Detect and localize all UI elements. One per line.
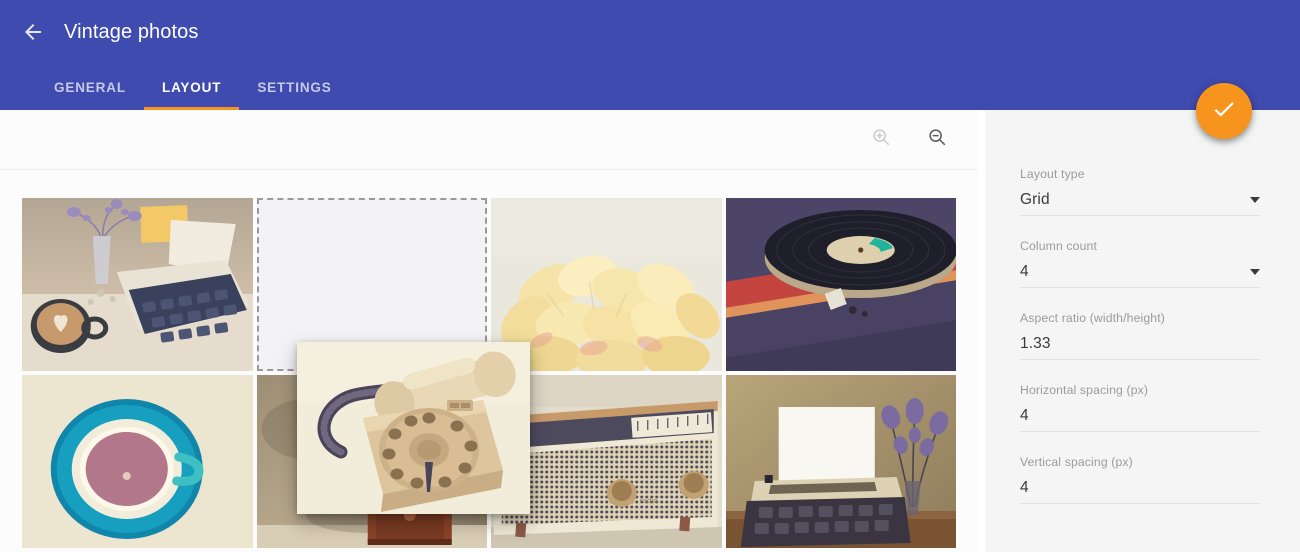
header-title-bar: Vintage photos <box>0 0 1300 64</box>
confirm-fab-button[interactable] <box>1196 83 1252 139</box>
check-icon <box>1211 96 1237 127</box>
field-aspect-ratio-value[interactable]: 1.33 <box>1020 334 1051 353</box>
photo-rotary-telephone <box>297 342 530 514</box>
tab-general[interactable]: GENERAL <box>36 64 144 110</box>
field-vertical-spacing: Vertical spacing (px) 4 <box>1020 455 1260 504</box>
tab-bar: GENERAL LAYOUT SETTINGS <box>0 64 350 110</box>
grid-cell-typewriter-with-coffee-and-flowers[interactable] <box>22 198 253 371</box>
field-layout-type-value[interactable]: Grid <box>1020 190 1050 209</box>
field-horizontal-spacing-value[interactable]: 4 <box>1020 406 1029 425</box>
gallery-canvas: radio <box>0 110 978 552</box>
page-title: Vintage photos <box>64 20 199 43</box>
tab-settings-label: SETTINGS <box>257 79 332 95</box>
layout-editor-screen: Vintage photos GENERAL LAYOUT SETTINGS r… <box>0 0 1300 552</box>
app-header: Vintage photos GENERAL LAYOUT SETTINGS <box>0 0 1300 110</box>
zoom-out-icon <box>926 126 948 153</box>
photo-typewriter-with-coffee-and-flowers <box>22 198 253 371</box>
field-aspect-ratio-label: Aspect ratio (width/height) <box>1020 311 1165 325</box>
grid-cell-vinyl-record-player[interactable] <box>725 198 956 371</box>
chevron-down-icon[interactable] <box>1250 197 1260 203</box>
field-column-count-value[interactable]: 4 <box>1020 262 1029 281</box>
canvas-toolbar <box>0 110 978 170</box>
field-layout-type-control[interactable]: Grid <box>1020 190 1260 216</box>
arrow-left-icon <box>21 20 45 44</box>
field-vertical-spacing-control[interactable]: 4 <box>1020 478 1260 504</box>
dragged-photo-rotary-telephone[interactable] <box>297 342 530 514</box>
grid-cell-teal-cup-and-saucer[interactable] <box>22 375 253 548</box>
photo-vinyl-record-player <box>725 198 956 371</box>
field-horizontal-spacing-label: Horizontal spacing (px) <box>1020 383 1149 397</box>
layout-settings-panel: Layout type Grid Column count 4 Aspect r… <box>985 110 1300 552</box>
field-layout-type-label: Layout type <box>1020 167 1085 181</box>
field-column-count: Column count 4 <box>1020 239 1260 288</box>
photo-teal-cup-and-saucer <box>22 375 253 548</box>
grid-cell-typewriter-with-blank-paper[interactable] <box>725 375 956 548</box>
photo-typewriter-with-blank-paper <box>725 375 956 548</box>
field-aspect-ratio: Aspect ratio (width/height) 1.33 <box>1020 311 1260 360</box>
tab-layout-label: LAYOUT <box>161 79 222 95</box>
zoom-out-button[interactable] <box>920 123 954 157</box>
field-aspect-ratio-control[interactable]: 1.33 <box>1020 334 1260 360</box>
field-column-count-label: Column count <box>1020 239 1097 253</box>
field-column-count-control[interactable]: 4 <box>1020 262 1260 288</box>
tab-layout[interactable]: LAYOUT <box>143 64 240 110</box>
tab-general-label: GENERAL <box>54 79 126 95</box>
zoom-in-icon <box>870 126 892 153</box>
field-layout-type: Layout type Grid <box>1020 167 1260 216</box>
field-horizontal-spacing-control[interactable]: 4 <box>1020 406 1260 432</box>
svg-text:radio: radio <box>640 497 658 505</box>
field-horizontal-spacing: Horizontal spacing (px) 4 <box>1020 383 1260 432</box>
field-vertical-spacing-value[interactable]: 4 <box>1020 478 1029 497</box>
field-vertical-spacing-label: Vertical spacing (px) <box>1020 455 1133 469</box>
chevron-down-icon[interactable] <box>1250 269 1260 275</box>
tab-settings[interactable]: SETTINGS <box>239 64 349 110</box>
zoom-in-button[interactable] <box>864 123 898 157</box>
back-button[interactable] <box>18 17 48 47</box>
